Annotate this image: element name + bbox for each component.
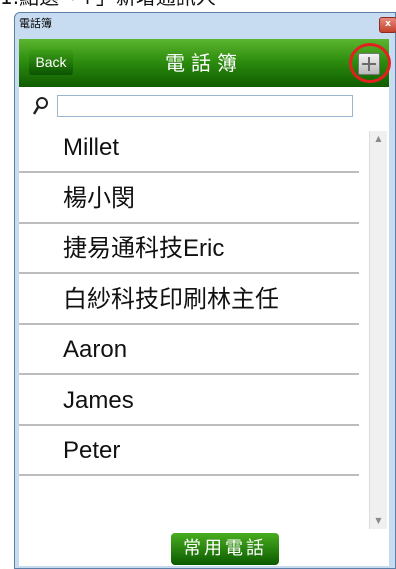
back-button[interactable]: Back — [29, 49, 73, 75]
phonebook-screen: Back 電話簿 Millet 楊小閔 捷易通科技Eric 白紗科技印刷林主任 Aaro… — [19, 39, 391, 566]
header-bar: Back 電話簿 — [19, 39, 389, 87]
contact-list: Millet 楊小閔 捷易通科技Eric 白紗科技印刷林主任 Aaron James Pet… — [19, 123, 369, 521]
search-bar — [19, 93, 389, 121]
contact-list-item[interactable]: Aaron — [19, 325, 359, 375]
page-title: 電話簿 — [165, 51, 243, 75]
instruction-caption: 1.點選「+」新增通訊人 — [0, 0, 396, 8]
scroll-down-arrow-icon[interactable]: ▼ — [370, 513, 387, 529]
scroll-up-arrow-icon[interactable]: ▲ — [370, 131, 387, 147]
contact-list-item[interactable]: 楊小閔 — [19, 174, 359, 224]
highlight-circle — [349, 43, 391, 83]
app-window: 電話簿 x Back 電話簿 Millet 楊小閔 捷易通科技Eric 白紗科技印刷林… — [14, 12, 396, 569]
search-icon — [32, 97, 48, 115]
window-close-button[interactable]: x — [379, 17, 396, 33]
contact-list-item[interactable]: James — [19, 376, 359, 426]
contact-list-item[interactable]: 白紗科技印刷林主任 — [19, 275, 359, 325]
contact-list-item[interactable]: Millet — [19, 123, 359, 173]
window-title: 電話簿 — [19, 17, 52, 30]
search-input[interactable] — [57, 95, 353, 117]
contact-list-item[interactable]: Peter — [19, 426, 359, 476]
contact-list-item[interactable]: 捷易通科技Eric — [19, 224, 359, 274]
common-phones-button[interactable]: 常用電話 — [171, 533, 279, 565]
scrollbar[interactable]: ▲ ▼ — [369, 131, 387, 529]
